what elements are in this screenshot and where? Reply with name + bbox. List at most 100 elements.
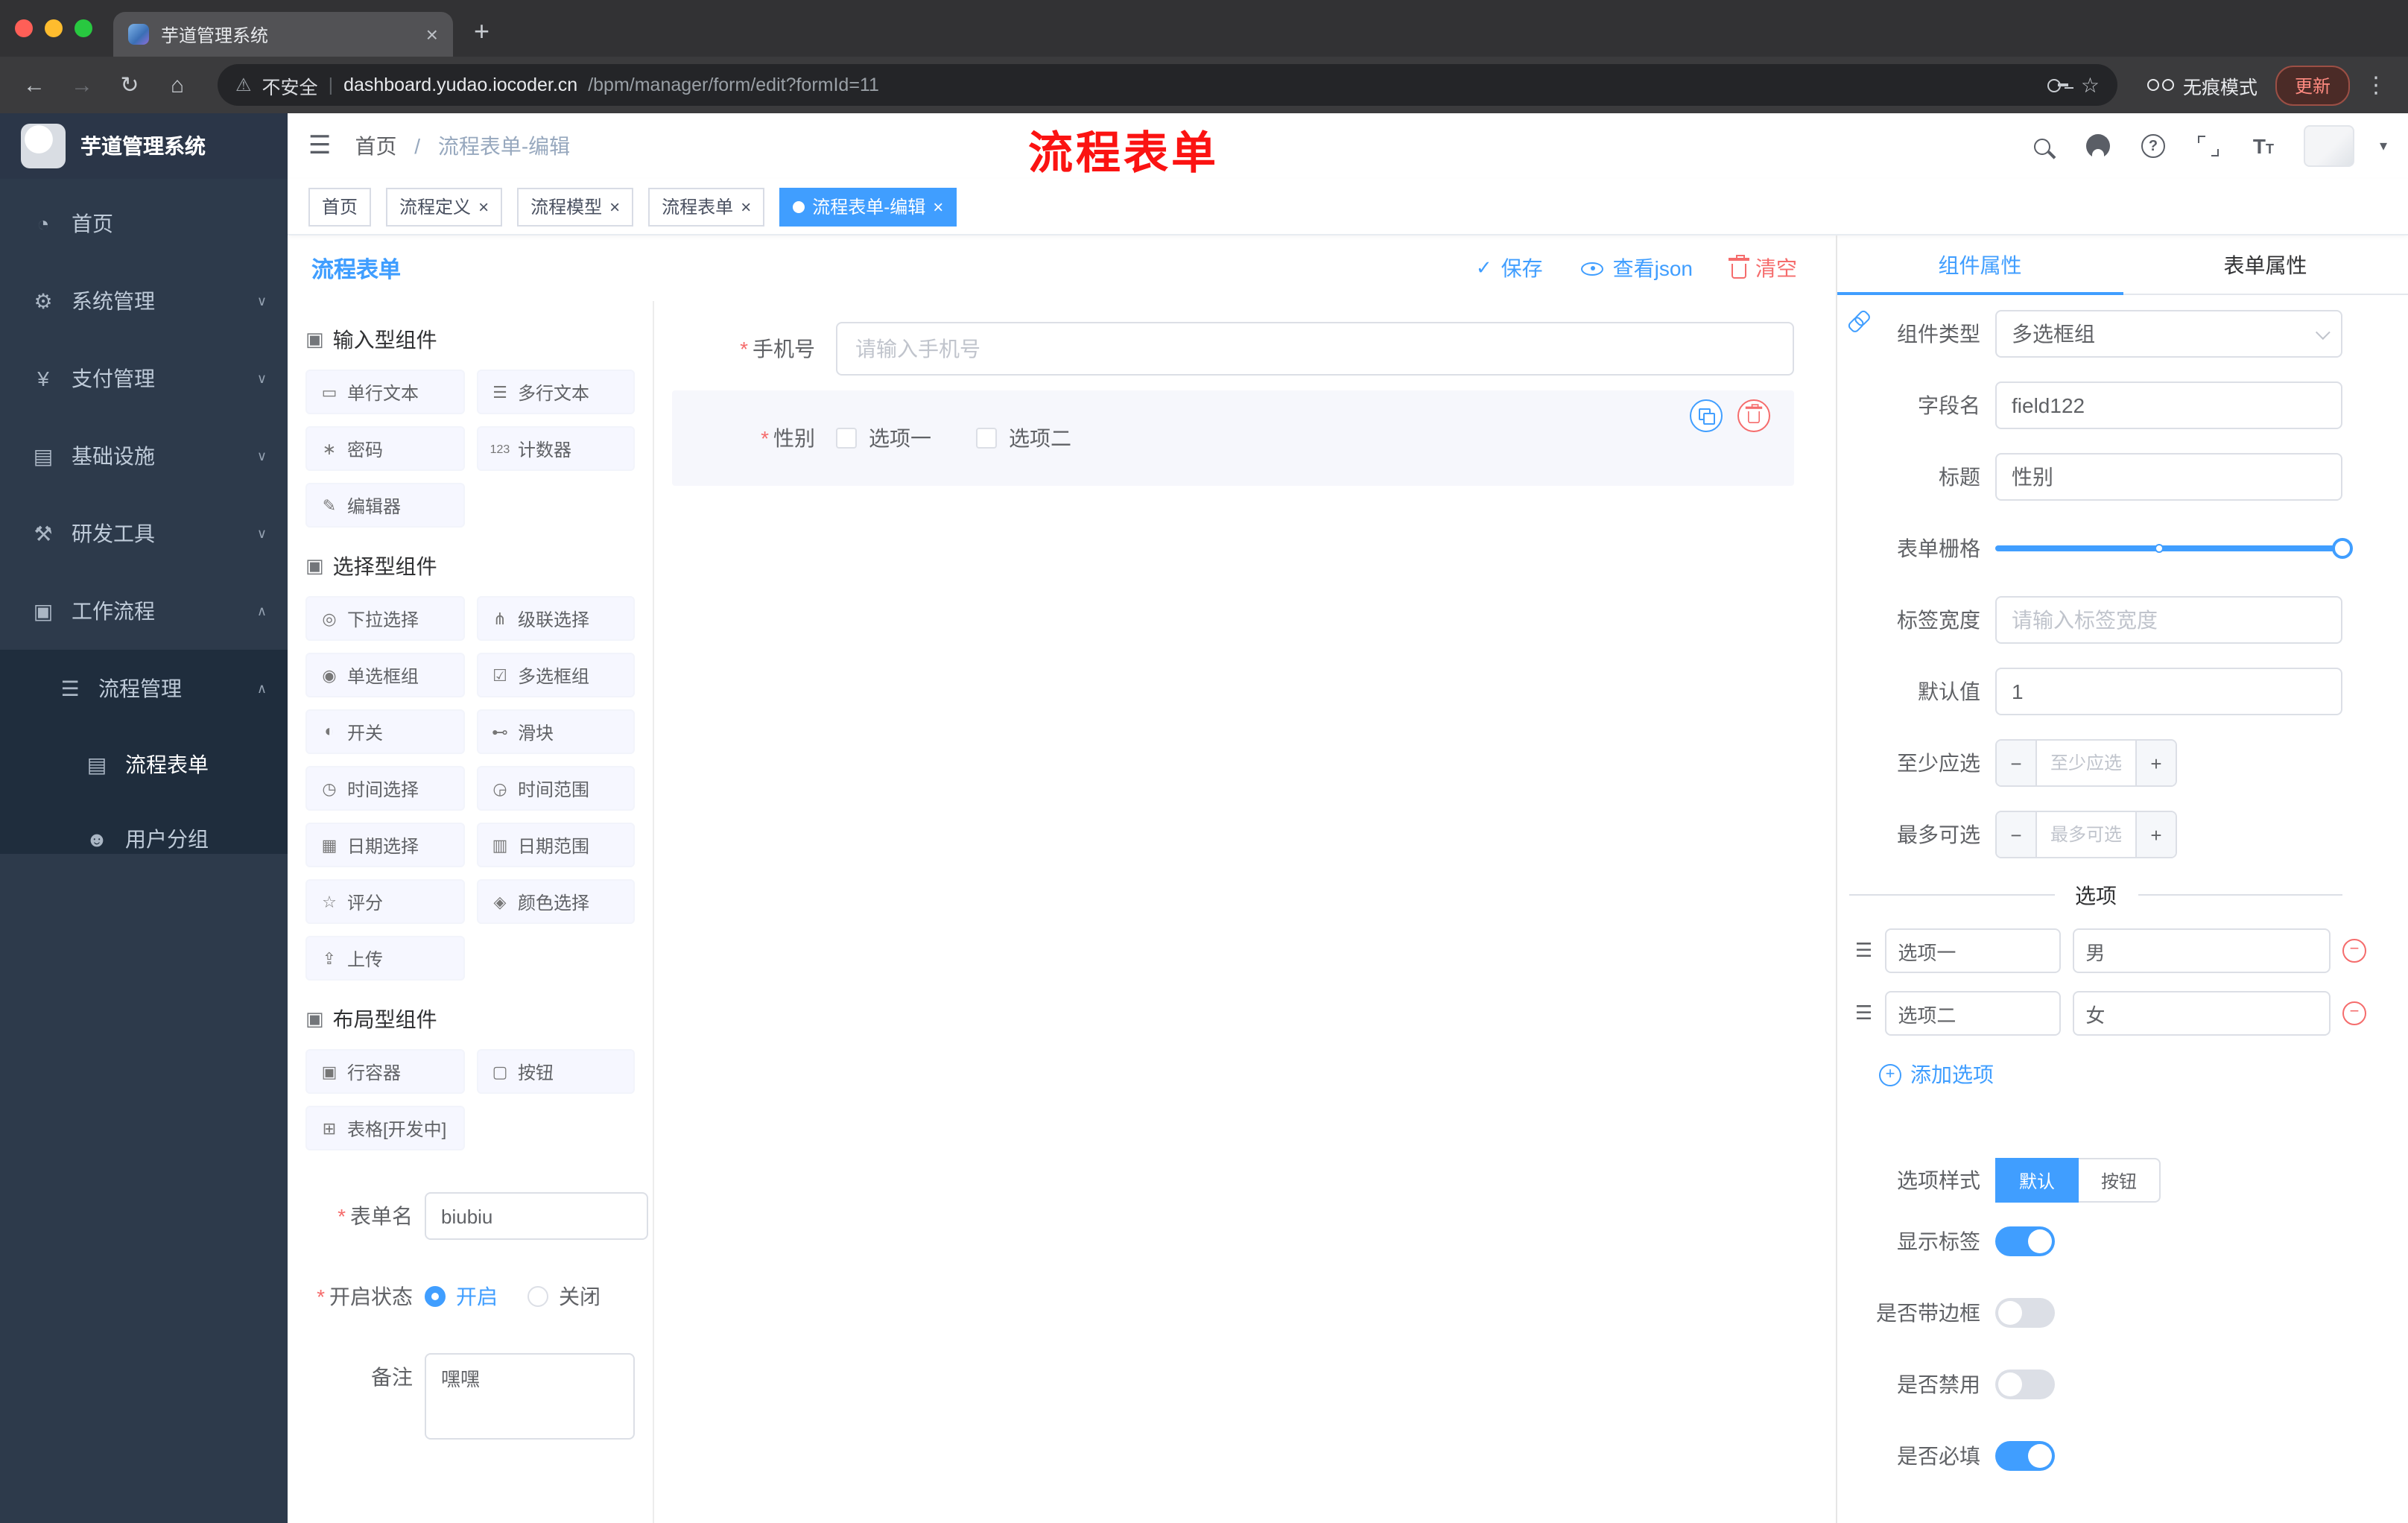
palette-item[interactable]: ◉ 单选框组	[305, 653, 464, 697]
window-zoom-button[interactable]	[75, 19, 92, 37]
palette-item[interactable]: ◷ 时间选择	[305, 766, 464, 811]
add-option-button[interactable]: + 添加选项	[1879, 1060, 2408, 1089]
option-label-input[interactable]	[1884, 991, 2061, 1036]
palette-item[interactable]: ⋔ 级联选择	[476, 596, 635, 641]
phone-input[interactable]	[836, 322, 1794, 376]
palette-item[interactable]: ⊞ 表格[开发中]	[305, 1106, 464, 1150]
sidebar-item-user-group[interactable]: ☻ 用户分组	[0, 802, 288, 854]
sidebar-item-process-form[interactable]: ▤ 流程表单	[0, 727, 288, 802]
forward-icon[interactable]: →	[63, 72, 101, 98]
option-style-button[interactable]: 按钮	[2079, 1158, 2161, 1203]
back-icon[interactable]: ←	[15, 72, 54, 98]
palette-item[interactable]: ⊷ 滑块	[476, 709, 635, 754]
increase-icon[interactable]: +	[2135, 741, 2176, 785]
checkbox-option[interactable]: 选项一	[836, 423, 931, 453]
radio-option[interactable]: 关闭	[527, 1282, 601, 1311]
tag-1[interactable]: 流程定义 ×	[386, 187, 503, 226]
sidebar-item-dev-tools[interactable]: ⚒ 研发工具 ∨	[0, 495, 288, 572]
palette-item[interactable]: ☆ 评分	[305, 879, 464, 924]
palette-item[interactable]: ∗ 密码	[305, 426, 464, 471]
decrease-icon[interactable]: −	[1997, 741, 2037, 785]
palette-item[interactable]: ◶ 时间范围	[476, 766, 635, 811]
option-value-input[interactable]	[2072, 928, 2331, 973]
option-value-input[interactable]	[2072, 991, 2331, 1036]
window-close-button[interactable]	[15, 19, 33, 37]
tag-close-icon[interactable]: ×	[933, 197, 943, 215]
bookmark-star-icon[interactable]: ☆	[2081, 72, 2100, 98]
radio-option[interactable]: 开启	[425, 1282, 498, 1311]
palette-item[interactable]: ▦ 日期选择	[305, 823, 464, 867]
remove-option-icon[interactable]: −	[2342, 939, 2366, 963]
drag-handle-icon[interactable]: ☰	[1855, 1001, 1872, 1025]
decrease-icon[interactable]: −	[1997, 812, 2037, 857]
address-bar[interactable]: ⚠ 不安全 | dashboard.yudao.iocoder.cn/bpm/m…	[218, 64, 2117, 106]
palette-item[interactable]: ☰ 多行文本	[476, 370, 635, 414]
sidebar-collapse-icon[interactable]: ☰	[308, 131, 332, 161]
breadcrumb-home[interactable]: 首页	[355, 134, 397, 158]
browser-menu-icon[interactable]: ⋮	[2359, 72, 2393, 98]
clear-button[interactable]: 清空	[1728, 253, 1797, 283]
palette-item[interactable]: ◈ 颜色选择	[476, 879, 635, 924]
tag-close-icon[interactable]: ×	[609, 197, 620, 215]
tag-3[interactable]: 流程表单 ×	[648, 187, 765, 226]
fullscreen-icon[interactable]	[2193, 131, 2223, 161]
switch-off[interactable]	[1995, 1370, 2055, 1399]
slider-handle[interactable]	[2332, 538, 2353, 559]
copy-component-icon[interactable]	[1690, 399, 1723, 432]
tag-2[interactable]: 流程模型 ×	[517, 187, 634, 226]
default-value-input[interactable]	[1995, 668, 2342, 715]
min-select-input[interactable]	[2037, 741, 2135, 785]
palette-item[interactable]: ▢ 按钮	[476, 1049, 635, 1094]
increase-icon[interactable]: +	[2135, 812, 2176, 857]
sidebar-item-process-manage[interactable]: ☰ 流程管理 ∧	[0, 650, 288, 727]
palette-item[interactable]: 123 计数器	[476, 426, 635, 471]
title-input[interactable]	[1995, 453, 2342, 501]
home-icon[interactable]: ⌂	[158, 72, 197, 98]
sidebar-item-payment[interactable]: ¥ 支付管理 ∨	[0, 340, 288, 417]
new-tab-button[interactable]: +	[474, 16, 489, 48]
palette-item[interactable]: ▣ 行容器	[305, 1049, 464, 1094]
font-size-icon[interactable]: TT	[2249, 131, 2278, 161]
option-style-button[interactable]: 默认	[1995, 1158, 2079, 1203]
tag-close-icon[interactable]: ×	[478, 197, 489, 215]
form-name-input[interactable]	[425, 1192, 648, 1240]
sidebar-logo[interactable]: 芋道管理系统	[0, 113, 288, 179]
switch-off[interactable]	[1995, 1298, 2055, 1328]
search-icon[interactable]	[2028, 131, 2058, 161]
canvas-field-gender-selected[interactable]: * 性别 选项一 选项二	[672, 390, 1794, 486]
tab-close-icon[interactable]: ×	[426, 24, 438, 45]
avatar-caret-icon[interactable]: ▾	[2380, 138, 2387, 154]
save-button[interactable]: ✓ 保存	[1476, 253, 1543, 283]
canvas-field-phone[interactable]: * 手机号	[672, 322, 1812, 376]
github-icon[interactable]	[2083, 131, 2113, 161]
palette-item[interactable]: ◐ 开关	[305, 709, 464, 754]
tag-0[interactable]: 首页	[308, 187, 372, 226]
component-type-select[interactable]: 多选框组	[1995, 310, 2342, 358]
palette-item[interactable]: ▭ 单行文本	[305, 370, 464, 414]
browser-tab[interactable]: 芋道管理系统 ×	[113, 12, 453, 57]
palette-item[interactable]: ☑ 多选框组	[476, 653, 635, 697]
checkbox-option[interactable]: 选项二	[976, 423, 1071, 453]
sidebar-item-dashboard[interactable]: ◔ 首页	[0, 185, 288, 262]
palette-item[interactable]: ▥ 日期范围	[476, 823, 635, 867]
window-minimize-button[interactable]	[45, 19, 63, 37]
help-icon[interactable]: ?	[2138, 131, 2168, 161]
label-width-input[interactable]	[1995, 596, 2342, 644]
properties-tab[interactable]: 组件属性	[1837, 235, 2123, 295]
tag-close-icon[interactable]: ×	[741, 197, 751, 215]
palette-item[interactable]: ◎ 下拉选择	[305, 596, 464, 641]
sidebar-item-workflow[interactable]: ▣ 工作流程 ∧	[0, 572, 288, 650]
link-icon[interactable]	[1845, 307, 1872, 334]
form-remark-textarea[interactable]: 嘿嘿	[425, 1353, 635, 1440]
field-name-input[interactable]	[1995, 381, 2342, 429]
switch-on[interactable]	[1995, 1441, 2055, 1471]
view-json-button[interactable]: 查看json	[1581, 253, 1693, 283]
palette-item[interactable]: ✎ 编辑器	[305, 483, 464, 528]
switch-on[interactable]	[1995, 1226, 2055, 1256]
sidebar-item-infrastructure[interactable]: ▤ 基础设施 ∨	[0, 417, 288, 495]
properties-tab[interactable]: 表单属性	[2123, 235, 2408, 294]
sidebar-item-gear[interactable]: ⚙ 系统管理 ∨	[0, 262, 288, 340]
drag-handle-icon[interactable]: ☰	[1855, 939, 1872, 963]
delete-component-icon[interactable]	[1737, 399, 1770, 432]
option-label-input[interactable]	[1884, 928, 2061, 973]
